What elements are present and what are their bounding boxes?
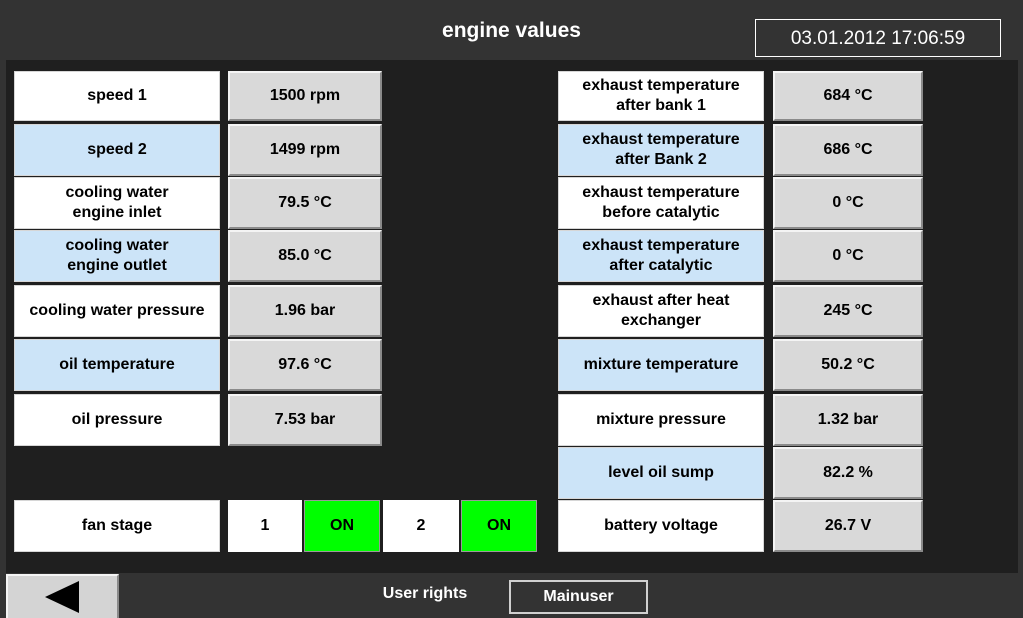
user-rights-label: User rights [382,585,468,602]
value-cooling-water-outlet: 85.0 °C [228,230,382,282]
back-button[interactable] [6,574,119,618]
label-oil-pressure: oil pressure [14,394,220,446]
label-cooling-water-inlet: cooling water engine inlet [14,177,220,229]
label-text: exhaust temperature before catalytic [582,184,740,221]
value-oil-pressure: 7.53 bar [228,394,382,446]
label-exhaust-before-catalytic: exhaust temperature before catalytic [558,177,764,229]
label-text: cooling water engine outlet [65,237,169,274]
label-mixture-temperature: mixture temperature [558,339,764,391]
label-cooling-water-pressure: cooling water pressure [14,285,220,337]
label-cooling-water-outlet: cooling water engine outlet [14,230,220,282]
label-speed-1: speed 1 [14,71,220,121]
value-mixture-temperature: 50.2 °C [773,339,923,391]
label-speed-2: speed 2 [14,124,220,176]
label-exhaust-after-bank-2: exhaust temperature after Bank 2 [558,124,764,176]
value-battery-voltage: 26.7 V [773,500,923,552]
label-text: exhaust temperature after Bank 2 [582,131,740,168]
back-arrow-icon [44,581,79,613]
fan-stage-2-status: ON [461,500,537,552]
fan-stage-2-number: 2 [383,500,459,552]
label-text: exhaust after heat exchanger [592,292,730,329]
label-text: cooling water engine inlet [65,184,169,221]
label-text: exhaust temperature after bank 1 [582,77,740,114]
value-exhaust-after-bank-1: 684 °C [773,71,923,121]
fan-stage-1-status: ON [304,500,380,552]
value-exhaust-after-heat-exchanger: 245 °C [773,285,923,337]
label-level-oil-sump: level oil sump [558,447,764,499]
value-exhaust-after-bank-2: 686 °C [773,124,923,176]
value-mixture-pressure: 1.32 bar [773,394,923,446]
value-speed-1: 1500 rpm [228,71,382,121]
label-mixture-pressure: mixture pressure [558,394,764,446]
label-fan-stage: fan stage [14,500,220,552]
value-speed-2: 1499 rpm [228,124,382,176]
label-battery-voltage: battery voltage [558,500,764,552]
label-exhaust-after-heat-exchanger: exhaust after heat exchanger [558,285,764,337]
value-cooling-water-inlet: 79.5 °C [228,177,382,229]
label-text: exhaust temperature after catalytic [582,237,740,274]
label-exhaust-after-bank-1: exhaust temperature after bank 1 [558,71,764,121]
user-rights-button[interactable]: Mainuser [509,580,648,614]
datetime-display: 03.01.2012 17:06:59 [755,19,1001,57]
value-exhaust-before-catalytic: 0 °C [773,177,923,229]
value-exhaust-after-catalytic: 0 °C [773,230,923,282]
value-cooling-water-pressure: 1.96 bar [228,285,382,337]
label-oil-temperature: oil temperature [14,339,220,391]
fan-stage-1-number: 1 [228,500,302,552]
label-exhaust-after-catalytic: exhaust temperature after catalytic [558,230,764,282]
value-oil-temperature: 97.6 °C [228,339,382,391]
value-level-oil-sump: 82.2 % [773,447,923,499]
